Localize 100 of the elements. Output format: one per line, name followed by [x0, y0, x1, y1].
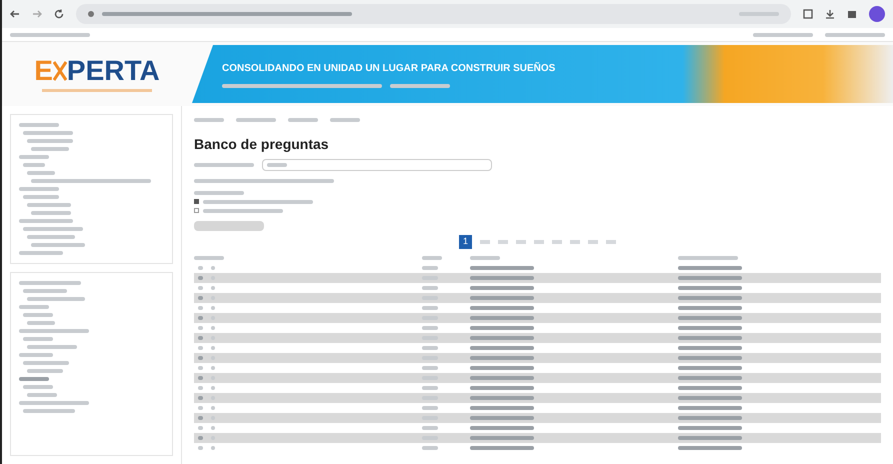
back-icon[interactable] — [10, 9, 20, 19]
blurred-text — [678, 326, 742, 330]
blurred-text — [19, 305, 49, 309]
blurred-text — [23, 289, 67, 293]
blurred-text — [198, 296, 203, 300]
blurred-text — [211, 326, 215, 330]
page-link[interactable] — [480, 240, 490, 244]
blurred-text — [470, 276, 534, 280]
blurred-text — [198, 266, 203, 270]
blurred-text — [27, 297, 85, 301]
blurred-text — [23, 361, 69, 365]
blurred-text — [678, 416, 742, 420]
blurred-text — [678, 316, 742, 320]
blurred-text — [470, 266, 534, 270]
blurred-text — [198, 356, 203, 360]
blurred-text — [236, 118, 276, 122]
blurred-text — [470, 286, 534, 290]
blurred-text — [198, 336, 203, 340]
blurred-text — [470, 356, 534, 360]
blurred-text — [19, 187, 59, 191]
blurred-text — [678, 276, 742, 280]
category-select[interactable] — [262, 159, 492, 171]
blurred-text — [19, 377, 49, 381]
blurred-text — [678, 346, 742, 350]
blurred-text — [194, 256, 224, 260]
blurred-text — [31, 211, 71, 215]
page-link[interactable] — [534, 240, 544, 244]
blurred-text — [19, 251, 63, 255]
blurred-text — [470, 296, 534, 300]
forward-icon[interactable] — [32, 9, 42, 19]
page-link[interactable] — [552, 240, 562, 244]
blurred-text — [19, 401, 89, 405]
blurred-text — [27, 345, 77, 349]
blurred-text — [678, 256, 738, 260]
page-title: Banco de preguntas — [194, 135, 330, 154]
blurred-text — [678, 386, 742, 390]
profile-avatar[interactable] — [869, 6, 885, 22]
blurred-text — [198, 396, 203, 400]
blurred-text — [194, 118, 224, 122]
extensions-icon[interactable] — [803, 9, 813, 19]
blurred-text — [198, 406, 203, 410]
blurred-text — [678, 356, 742, 360]
blurred-text — [422, 406, 438, 410]
logo: E PERTA — [2, 56, 192, 92]
blurred-text — [470, 396, 534, 400]
blurred-text — [470, 346, 534, 350]
blurred-text — [470, 316, 534, 320]
blurred-text — [198, 366, 203, 370]
blurred-text — [27, 369, 63, 373]
checkbox[interactable] — [194, 208, 199, 213]
blurred-text — [19, 281, 81, 285]
blurred-text — [825, 32, 885, 36]
page-link[interactable]: 1 — [458, 235, 472, 249]
blurred-text — [678, 266, 742, 270]
blurred-text — [194, 163, 254, 167]
blurred-text — [753, 32, 813, 36]
blurred-text — [678, 436, 742, 440]
blurred-text — [23, 313, 53, 317]
blurred-text — [19, 219, 73, 223]
blurred-text — [330, 118, 360, 122]
blurred-text — [211, 306, 215, 310]
blurred-text — [422, 306, 438, 310]
blurred-text — [31, 147, 69, 151]
blurred-text — [422, 426, 438, 430]
blurred-text — [422, 366, 438, 370]
blurred-text — [198, 426, 203, 430]
blurred-text — [678, 376, 742, 380]
blurred-text — [470, 426, 534, 430]
blurred-text — [23, 385, 53, 389]
blurred-text — [678, 286, 742, 290]
blurred-text — [470, 386, 534, 390]
blurred-text — [23, 227, 83, 231]
window-icon[interactable] — [847, 9, 857, 19]
blurred-text — [678, 296, 742, 300]
blurred-text — [27, 203, 71, 207]
blurred-text — [422, 326, 438, 330]
blurred-text — [211, 386, 215, 390]
blurred-text — [19, 155, 49, 159]
blurred-text — [678, 426, 742, 430]
blurred-text — [198, 436, 203, 440]
blurred-text — [198, 316, 203, 320]
blurred-text — [267, 163, 287, 167]
blurred-text — [422, 286, 438, 290]
blurred-text — [470, 436, 534, 440]
page-link[interactable] — [498, 240, 508, 244]
blurred-text — [27, 171, 55, 175]
page-link[interactable] — [588, 240, 598, 244]
blurred-text — [198, 276, 203, 280]
blurred-text — [678, 406, 742, 410]
blurred-text — [470, 256, 500, 260]
page-link[interactable] — [570, 240, 580, 244]
create-question-button[interactable] — [194, 221, 264, 231]
page-link[interactable] — [606, 240, 616, 244]
page-link[interactable] — [516, 240, 526, 244]
blurred-text — [211, 286, 215, 290]
download-icon[interactable] — [825, 9, 835, 19]
blurred-text — [31, 243, 85, 247]
address-bar[interactable] — [76, 4, 791, 24]
checkbox[interactable] — [194, 199, 199, 204]
reload-icon[interactable] — [54, 9, 64, 19]
